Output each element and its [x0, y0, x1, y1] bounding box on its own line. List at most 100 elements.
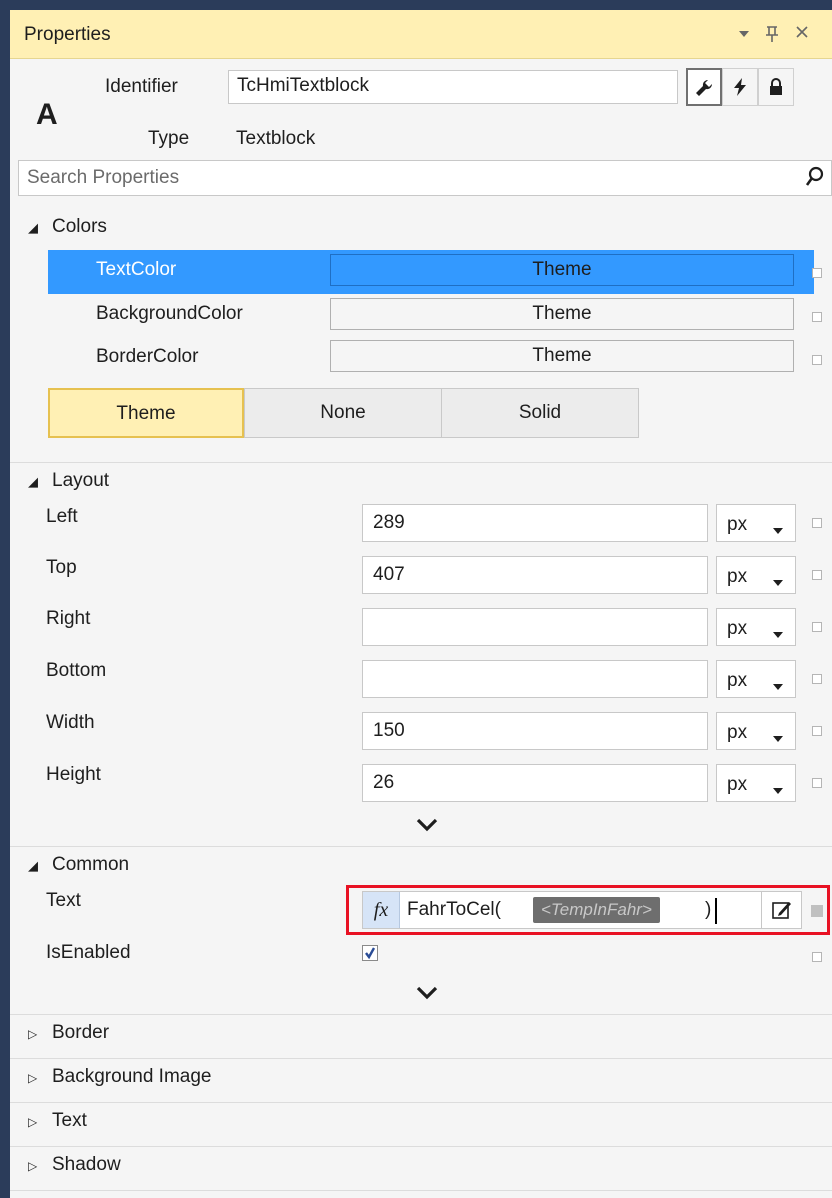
category-border-label: Border	[52, 1022, 110, 1043]
function-fx-icon[interactable]: fx	[363, 892, 400, 928]
bottom-unit-value: px	[727, 670, 748, 691]
chevron-down-icon	[773, 520, 783, 542]
textcolor-reset-marker[interactable]	[812, 268, 822, 278]
expand-triangle-icon: ▷	[28, 1027, 38, 1041]
top-unit-value: px	[727, 566, 748, 587]
text-caret	[715, 898, 717, 924]
control-type-icon: A	[36, 98, 58, 131]
type-value: Textblock	[236, 128, 316, 149]
pin-icon[interactable]	[760, 20, 784, 46]
color-mode-none-button[interactable]: None	[244, 388, 442, 438]
edit-icon	[771, 902, 793, 926]
properties-view-button[interactable]	[686, 68, 722, 106]
category-common-label: Common	[52, 854, 130, 875]
height-reset-marker[interactable]	[812, 778, 822, 788]
category-border[interactable]: ▷ Border	[10, 1016, 832, 1050]
edit-expression-button[interactable]	[761, 892, 802, 928]
close-icon[interactable]	[790, 20, 814, 46]
bottom-unit-select[interactable]: px	[716, 660, 796, 698]
property-height-label: Height	[46, 764, 101, 785]
property-left-label: Left	[46, 506, 78, 527]
text-function-editor[interactable]: fx FahrToCel( <TempInFahr> )	[362, 891, 802, 929]
chevron-down-icon	[773, 676, 783, 698]
property-textcolor-label[interactable]: TextColor	[96, 259, 176, 281]
show-more-common-icon[interactable]	[416, 984, 438, 1006]
identifier-label: Identifier	[105, 76, 178, 97]
property-top-label: Top	[46, 557, 77, 578]
left-input[interactable]: 289	[362, 504, 708, 542]
width-input[interactable]: 150	[362, 712, 708, 750]
properties-titlebar: Properties	[10, 10, 832, 59]
bottom-input[interactable]	[362, 660, 708, 698]
top-reset-marker[interactable]	[812, 570, 822, 580]
identifier-input[interactable]: TcHmiTextblock	[228, 70, 678, 104]
expand-triangle-icon: ▷	[28, 1115, 38, 1129]
left-unit-select[interactable]: px	[716, 504, 796, 542]
bottom-reset-marker[interactable]	[812, 674, 822, 684]
property-backgroundcolor-label[interactable]: BackgroundColor	[96, 303, 243, 325]
category-layout-label: Layout	[52, 470, 110, 491]
right-input[interactable]	[362, 608, 708, 646]
divider	[10, 846, 832, 847]
backgroundcolor-value: Theme	[532, 303, 592, 324]
category-layout[interactable]: ◢ Layout	[10, 464, 832, 498]
height-input[interactable]: 26	[362, 764, 708, 802]
text-binding-marker[interactable]	[811, 905, 823, 917]
chevron-down-icon	[773, 780, 783, 802]
bordercolor-value-button[interactable]: Theme	[330, 340, 794, 372]
property-width-label: Width	[46, 712, 95, 733]
color-mode-theme-button[interactable]: Theme	[48, 388, 244, 438]
panel-title: Properties	[24, 24, 111, 45]
category-background-image[interactable]: ▷ Background Image	[10, 1060, 832, 1094]
category-text[interactable]: ▷ Text	[10, 1104, 832, 1138]
divider	[10, 1190, 832, 1191]
show-more-layout-icon[interactable]	[416, 816, 438, 838]
category-colors[interactable]: ◢ Colors	[10, 210, 832, 244]
expand-triangle-icon: ▷	[28, 1159, 38, 1173]
search-input[interactable]	[27, 165, 787, 191]
category-common[interactable]: ◢ Common	[10, 848, 832, 882]
collapse-triangle-icon: ◢	[28, 474, 38, 489]
right-reset-marker[interactable]	[812, 622, 822, 632]
color-mode-solid-label: Solid	[518, 402, 562, 423]
backgroundcolor-value-button[interactable]: Theme	[330, 298, 794, 330]
divider	[10, 1058, 832, 1059]
color-mode-solid-button[interactable]: Solid	[441, 388, 639, 438]
height-unit-select[interactable]: px	[716, 764, 796, 802]
chevron-down-icon	[773, 572, 783, 594]
bordercolor-reset-marker[interactable]	[812, 355, 822, 365]
divider	[10, 462, 832, 463]
window-position-dropdown-icon[interactable]	[732, 20, 756, 46]
events-view-button[interactable]	[722, 68, 758, 106]
width-unit-select[interactable]: px	[716, 712, 796, 750]
textcolor-value-button[interactable]: Theme	[330, 254, 794, 286]
property-isenabled-label: IsEnabled	[46, 942, 131, 963]
isenabled-checkbox[interactable]	[362, 945, 378, 961]
property-bordercolor-label[interactable]: BorderColor	[96, 346, 198, 368]
top-input[interactable]: 407	[362, 556, 708, 594]
isenabled-reset-marker[interactable]	[812, 952, 822, 962]
divider	[10, 1102, 832, 1103]
right-unit-select[interactable]: px	[716, 608, 796, 646]
property-bottom-label: Bottom	[46, 660, 107, 681]
category-shadow-label: Shadow	[52, 1154, 121, 1175]
category-colors-label: Colors	[52, 216, 107, 237]
permissions-view-button[interactable]	[758, 68, 794, 106]
width-unit-value: px	[727, 722, 748, 743]
function-parameter-token[interactable]: <TempInFahr>	[533, 897, 660, 923]
collapse-triangle-icon: ◢	[28, 858, 38, 873]
left-reset-marker[interactable]	[812, 518, 822, 528]
color-mode-none-label: None	[320, 402, 366, 423]
top-unit-select[interactable]: px	[716, 556, 796, 594]
backgroundcolor-reset-marker[interactable]	[812, 312, 822, 322]
lock-icon	[768, 76, 784, 97]
category-text-label: Text	[52, 1110, 87, 1131]
chevron-down-icon	[773, 728, 783, 750]
bordercolor-value: Theme	[532, 345, 592, 366]
identifier-value: TcHmiTextblock	[237, 75, 369, 96]
width-reset-marker[interactable]	[812, 726, 822, 736]
color-mode-theme-label: Theme	[116, 403, 176, 424]
category-shadow[interactable]: ▷ Shadow	[10, 1148, 832, 1182]
search-icon[interactable]	[805, 166, 825, 194]
collapse-triangle-icon: ◢	[28, 220, 38, 235]
